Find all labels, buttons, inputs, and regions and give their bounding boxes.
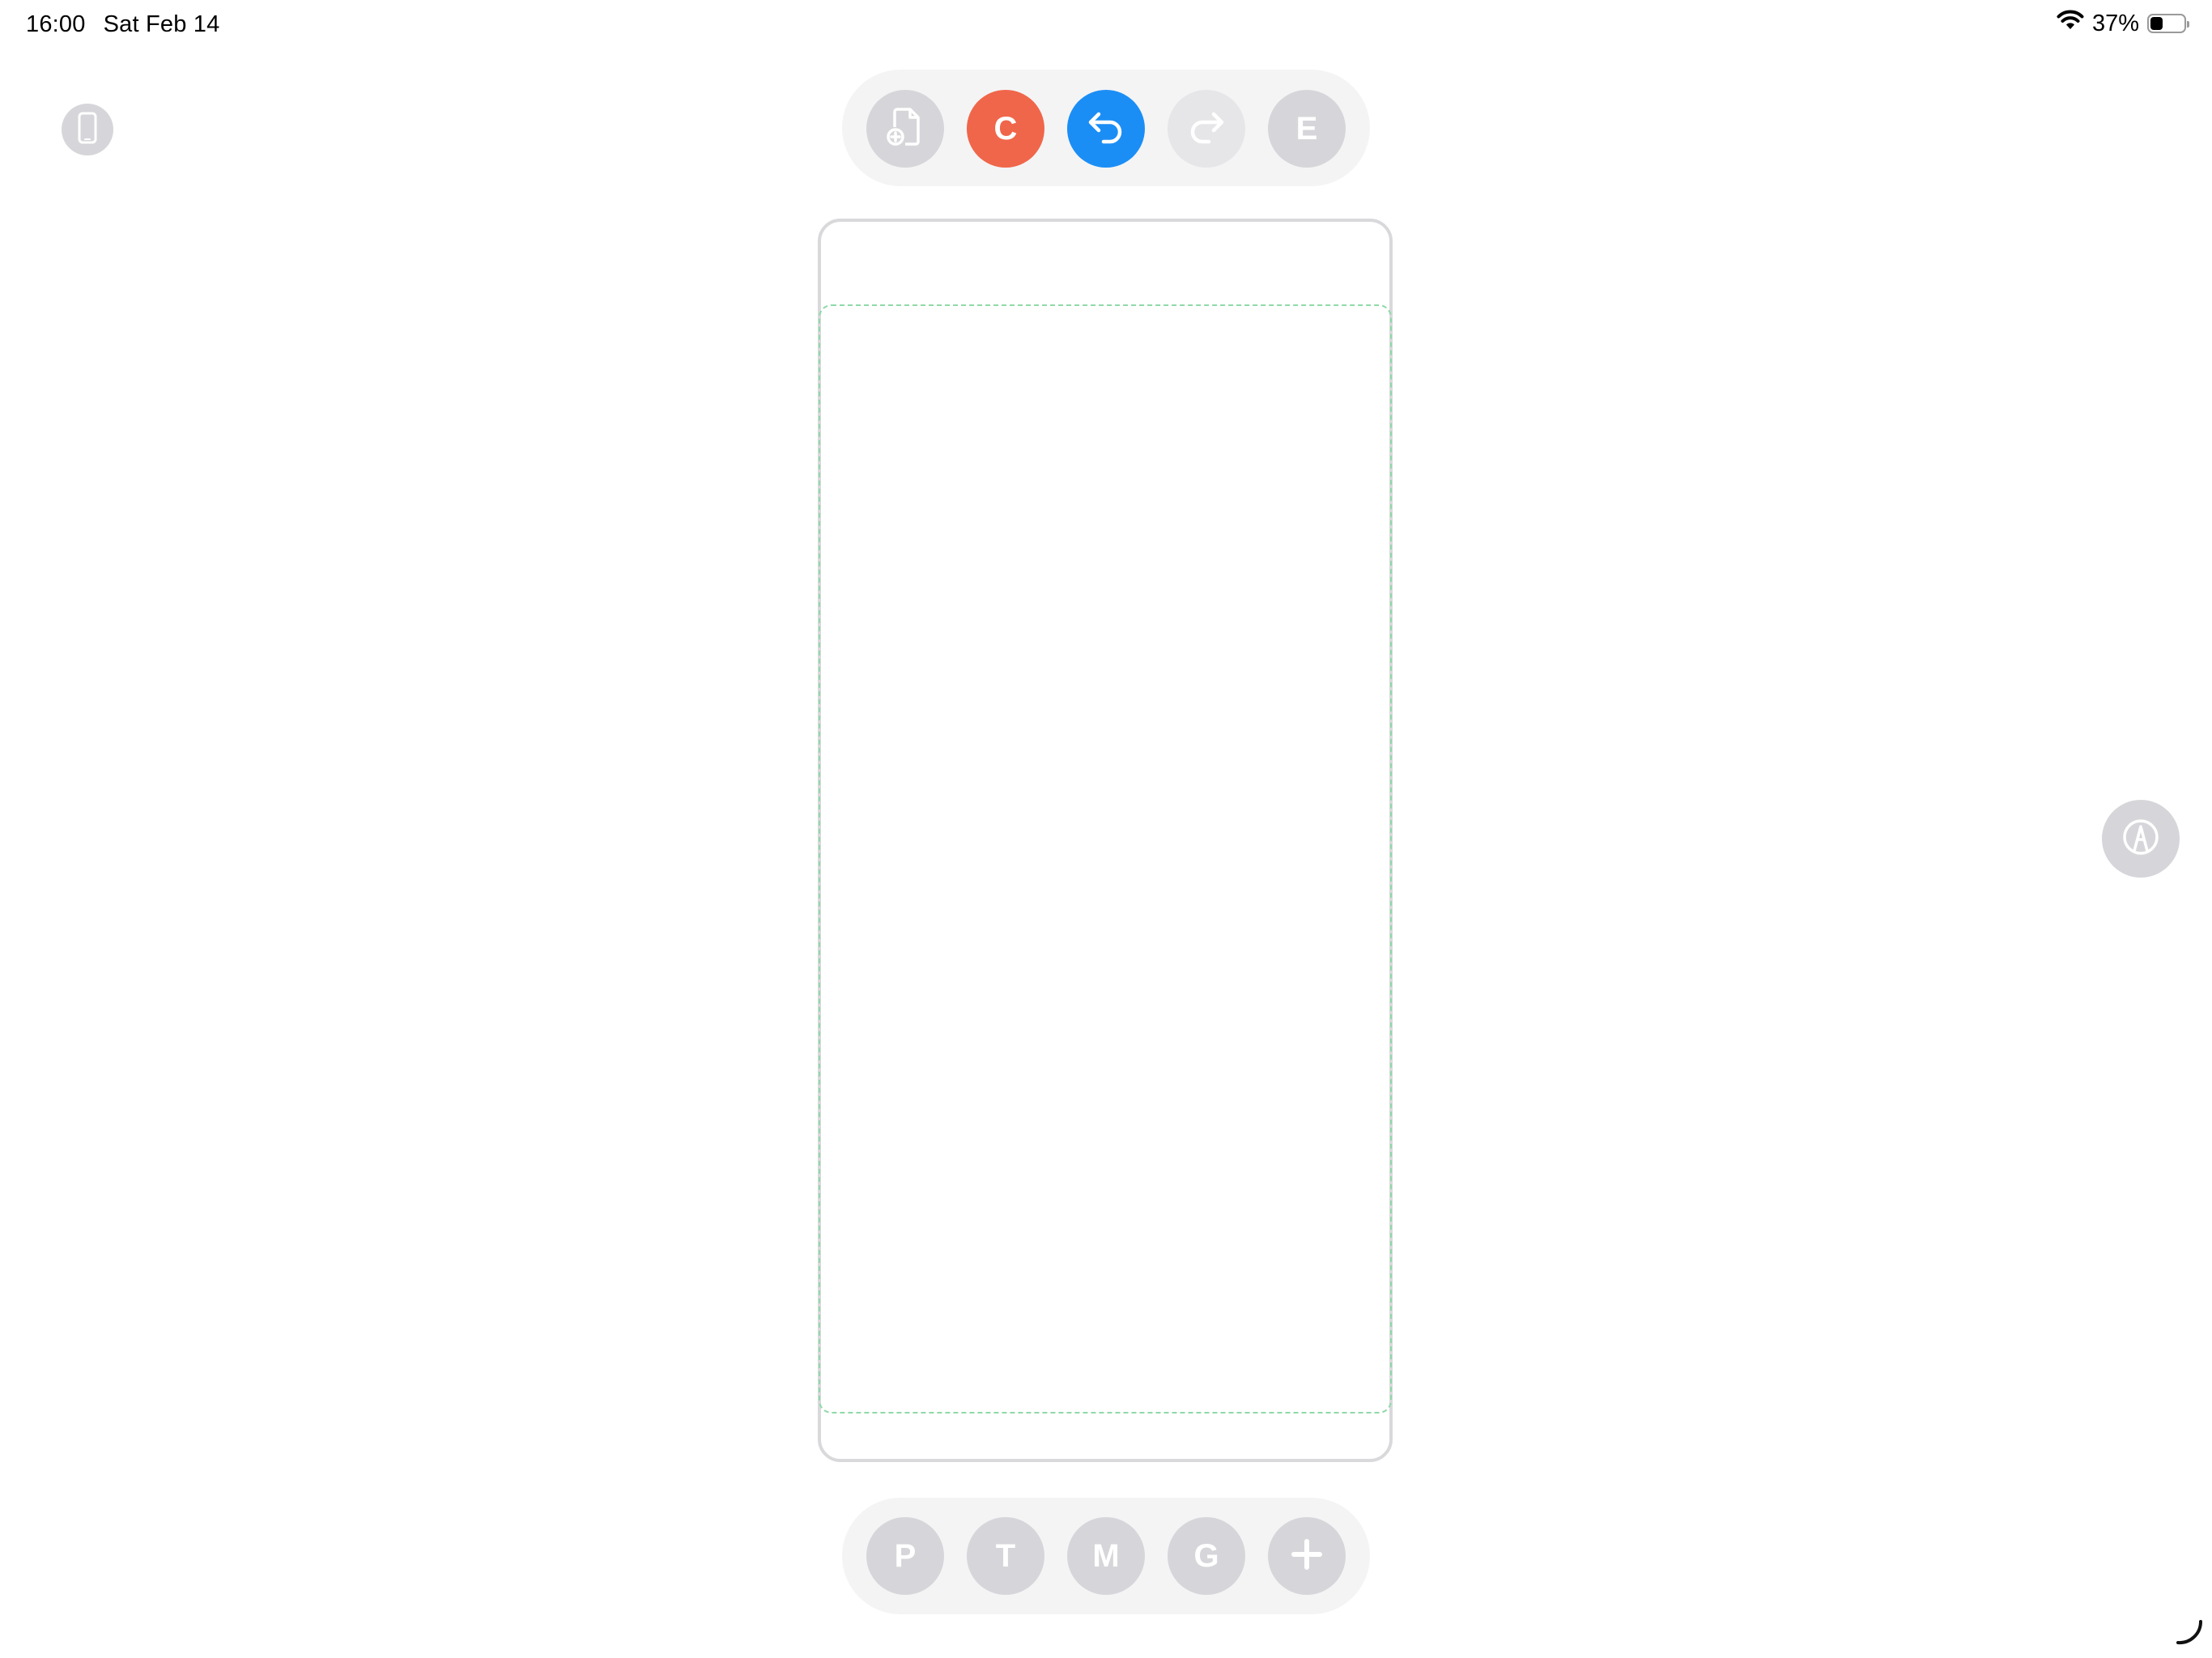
e-button[interactable]: E (1268, 90, 1346, 168)
safe-area-guide (819, 304, 1392, 1414)
battery-percent: 37% (2091, 10, 2139, 36)
status-bar-right: 37% (2057, 10, 2189, 37)
undo-icon (1087, 109, 1125, 149)
phone-icon (77, 112, 98, 148)
t-button-label: T (995, 1537, 1016, 1574)
status-time: 16:00 (26, 11, 86, 37)
device-preview-button[interactable] (62, 104, 113, 155)
p-button[interactable]: P (866, 1517, 944, 1595)
undo-button[interactable] (1067, 90, 1145, 168)
e-button-label: E (1295, 110, 1318, 147)
p-button-label: P (894, 1537, 917, 1574)
document-plus-icon (886, 106, 925, 152)
pencil-button[interactable] (2102, 800, 2180, 878)
battery-level (2150, 17, 2163, 30)
c-button[interactable]: C (967, 90, 1044, 168)
pencil-circle-icon (2121, 817, 2161, 861)
battery-icon (2147, 14, 2189, 33)
status-date: Sat Feb 14 (103, 11, 220, 37)
t-button[interactable]: T (967, 1517, 1044, 1595)
g-button-label: G (1193, 1537, 1219, 1574)
redo-icon (1188, 109, 1225, 149)
c-button-label: C (993, 110, 1018, 147)
wifi-icon (2057, 10, 2084, 37)
m-button-label: M (1092, 1537, 1120, 1574)
corner-gesture-mark (2175, 1617, 2204, 1650)
app-canvas: 16:00 Sat Feb 14 37% C E P T M G (0, 0, 2212, 1658)
g-button[interactable]: G (1168, 1517, 1245, 1595)
new-document-button[interactable] (866, 90, 944, 168)
plus-icon (1289, 1537, 1325, 1576)
redo-button[interactable] (1168, 90, 1245, 168)
status-bar-left: 16:00 Sat Feb 14 (26, 11, 219, 38)
add-button[interactable] (1268, 1517, 1346, 1595)
m-button[interactable]: M (1067, 1517, 1145, 1595)
